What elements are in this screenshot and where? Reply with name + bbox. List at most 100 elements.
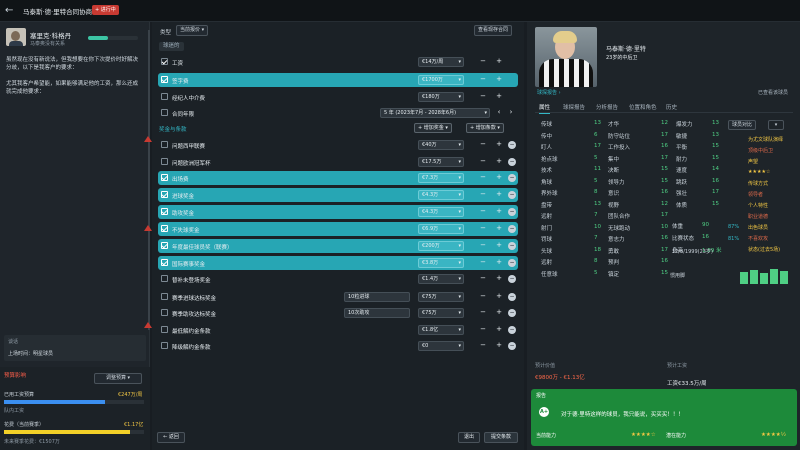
row-checkbox[interactable] bbox=[161, 309, 168, 316]
row-checkbox[interactable] bbox=[161, 76, 168, 83]
increase-button[interactable]: + bbox=[494, 173, 504, 183]
row-value-field[interactable]: €6.9万 ▾ bbox=[418, 224, 464, 234]
decrease-button[interactable]: − bbox=[478, 341, 488, 351]
row-value-field[interactable]: €180万 ▾ bbox=[418, 92, 464, 102]
decrease-button[interactable]: − bbox=[478, 292, 488, 302]
add-clause-button[interactable]: + 增加条款 ▾ bbox=[466, 123, 504, 133]
remove-icon[interactable]: − bbox=[508, 191, 516, 199]
tab-analysis[interactable]: 分析报告 bbox=[596, 103, 618, 111]
row-checkbox[interactable] bbox=[161, 58, 168, 65]
decrease-button[interactable]: ‹ bbox=[494, 108, 504, 118]
row-value-field[interactable]: €1700万 ▾ bbox=[418, 75, 464, 85]
decrease-button[interactable]: − bbox=[478, 75, 488, 85]
row-value-field[interactable]: €17.5万 ▾ bbox=[418, 157, 464, 167]
add-bonus-button[interactable]: + 增加奖金 ▾ bbox=[414, 123, 452, 133]
decrease-button[interactable]: − bbox=[478, 92, 488, 102]
row-checkbox[interactable] bbox=[161, 141, 168, 148]
decrease-button[interactable]: − bbox=[478, 173, 488, 183]
decrease-button[interactable]: − bbox=[478, 241, 488, 251]
row-value-field[interactable]: €75万 ▾ bbox=[418, 292, 464, 302]
row-checkbox[interactable] bbox=[161, 275, 168, 282]
increase-button[interactable]: + bbox=[494, 57, 504, 67]
remove-icon[interactable]: − bbox=[508, 174, 516, 182]
decrease-button[interactable]: − bbox=[478, 57, 488, 67]
decrease-button[interactable]: − bbox=[478, 258, 488, 268]
propose-button[interactable]: 提交条款 bbox=[484, 432, 518, 443]
remove-icon[interactable]: − bbox=[508, 342, 516, 350]
row-value-field[interactable]: €40万 ▾ bbox=[418, 140, 464, 150]
leave-button[interactable]: 退出 bbox=[458, 432, 480, 443]
row-checkbox[interactable] bbox=[161, 191, 168, 198]
compare-dropdown[interactable]: 球员对比 bbox=[728, 120, 757, 130]
increase-button[interactable]: + bbox=[494, 274, 504, 284]
decrease-button[interactable]: − bbox=[478, 157, 488, 167]
adjust-budget-button[interactable]: 调整预算 ▾ bbox=[94, 373, 142, 384]
row-checkbox[interactable] bbox=[161, 326, 168, 333]
row-checkbox[interactable] bbox=[161, 174, 168, 181]
increase-button[interactable]: › bbox=[506, 108, 516, 118]
increase-button[interactable]: + bbox=[494, 325, 504, 335]
row-value-field[interactable]: €0 ▾ bbox=[418, 341, 464, 351]
row-value-field[interactable]: 5 年 (2023年7月 - 2028年6月) ▾ bbox=[380, 108, 490, 118]
offer-type-dropdown[interactable]: 当前报价 ▾ bbox=[176, 25, 209, 36]
tab-history[interactable]: 历史 bbox=[666, 103, 677, 111]
decrease-button[interactable]: − bbox=[478, 274, 488, 284]
decrease-button[interactable]: − bbox=[478, 207, 488, 217]
remove-icon[interactable]: − bbox=[508, 275, 516, 283]
increase-button[interactable]: + bbox=[494, 92, 504, 102]
remove-icon[interactable]: − bbox=[508, 225, 516, 233]
row-checkbox[interactable] bbox=[161, 242, 168, 249]
tab-attributes[interactable]: 属性 bbox=[539, 103, 551, 114]
decrease-button[interactable]: − bbox=[478, 140, 488, 150]
scout-report-link[interactable]: 球探报告 › bbox=[537, 89, 561, 96]
back-arrow-icon[interactable]: ← bbox=[5, 5, 17, 17]
increase-button[interactable]: + bbox=[494, 75, 504, 85]
remove-icon[interactable]: − bbox=[508, 326, 516, 334]
row-checkbox[interactable] bbox=[161, 109, 168, 116]
remove-icon[interactable]: − bbox=[508, 208, 516, 216]
back-button[interactable]: ← 返回 bbox=[157, 432, 185, 443]
row-checkbox[interactable] bbox=[161, 208, 168, 215]
row-condition-dropdown[interactable]: 10粒进球 bbox=[344, 292, 410, 302]
increase-button[interactable]: + bbox=[494, 157, 504, 167]
remove-icon[interactable]: − bbox=[508, 158, 516, 166]
row-checkbox[interactable] bbox=[161, 158, 168, 165]
decrease-button[interactable]: − bbox=[478, 325, 488, 335]
row-value-field[interactable]: €3.8万 ▾ bbox=[418, 258, 464, 268]
increase-button[interactable]: + bbox=[494, 308, 504, 318]
increase-button[interactable]: + bbox=[494, 140, 504, 150]
row-value-field[interactable]: €200万 ▾ bbox=[418, 241, 464, 251]
row-checkbox[interactable] bbox=[161, 93, 168, 100]
row-checkbox[interactable] bbox=[161, 259, 168, 266]
row-checkbox[interactable] bbox=[161, 225, 168, 232]
remove-icon[interactable]: − bbox=[508, 141, 516, 149]
row-condition-dropdown[interactable]: 10次助攻 bbox=[344, 308, 410, 318]
row-value-field[interactable]: €14万/周 ▾ bbox=[418, 57, 464, 67]
row-value-field[interactable]: €4.3万 ▾ bbox=[418, 207, 464, 217]
decrease-button[interactable]: − bbox=[478, 308, 488, 318]
view-contract-button[interactable]: 查看现存合同 bbox=[474, 25, 513, 36]
row-value-field[interactable]: €7.3万 ▾ bbox=[418, 173, 464, 183]
tab-positions[interactable]: 位置和角色 bbox=[629, 103, 657, 111]
row-value-field[interactable]: €1.4万 ▾ bbox=[418, 274, 464, 284]
increase-button[interactable]: + bbox=[494, 258, 504, 268]
decrease-button[interactable]: − bbox=[478, 190, 488, 200]
row-value-field[interactable]: €1.8亿 ▾ bbox=[418, 325, 464, 335]
remove-icon[interactable]: − bbox=[508, 309, 516, 317]
row-value-field[interactable]: €75万 ▾ bbox=[418, 308, 464, 318]
row-value-field[interactable]: €4.3万 ▾ bbox=[418, 190, 464, 200]
increase-button[interactable]: + bbox=[494, 207, 504, 217]
remove-icon[interactable]: − bbox=[508, 293, 516, 301]
increase-button[interactable]: + bbox=[494, 292, 504, 302]
increase-button[interactable]: + bbox=[494, 190, 504, 200]
row-checkbox[interactable] bbox=[161, 342, 168, 349]
row-checkbox[interactable] bbox=[161, 293, 168, 300]
increase-button[interactable]: + bbox=[494, 341, 504, 351]
compare-select[interactable]: ▾ bbox=[768, 120, 784, 130]
tab-scout-report[interactable]: 球探报告 bbox=[563, 103, 585, 111]
remove-icon[interactable]: − bbox=[508, 259, 516, 267]
decrease-button[interactable]: − bbox=[478, 224, 488, 234]
remove-icon[interactable]: − bbox=[508, 242, 516, 250]
increase-button[interactable]: + bbox=[494, 241, 504, 251]
increase-button[interactable]: + bbox=[494, 224, 504, 234]
